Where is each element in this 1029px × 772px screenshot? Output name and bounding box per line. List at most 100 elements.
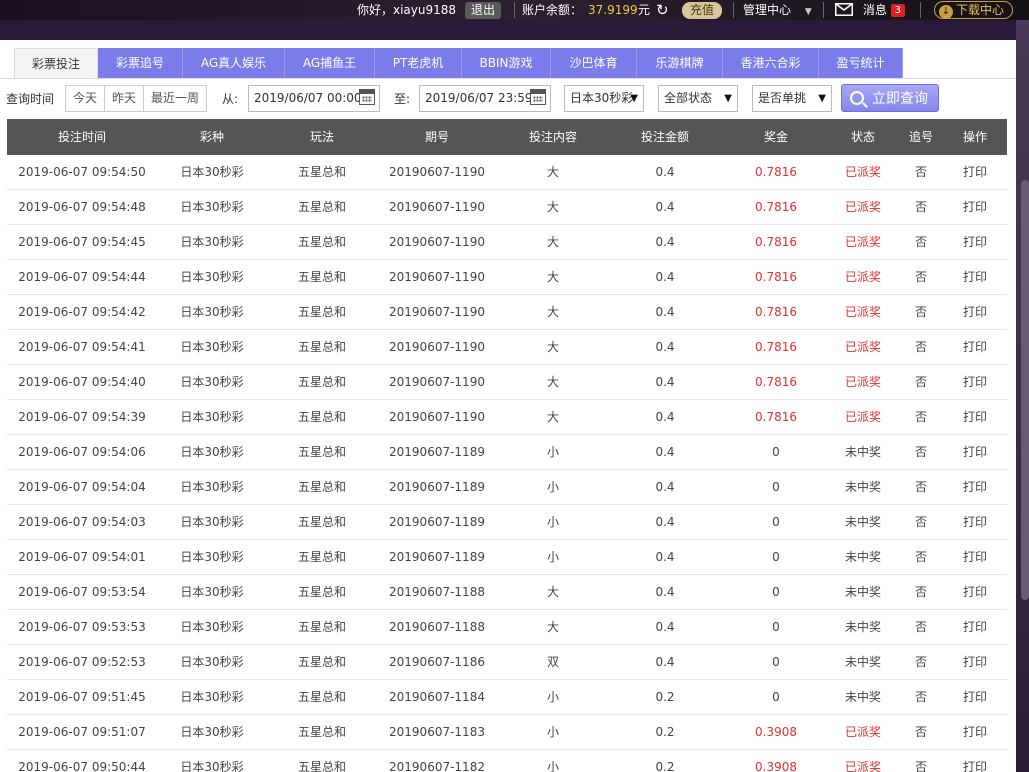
- messages-link[interactable]: 消息 3: [835, 0, 906, 20]
- cell-amount: 0.2: [655, 690, 675, 704]
- cell-time: 2019-06-07 09:54:50: [18, 165, 146, 179]
- cell-amount: 0.4: [655, 270, 675, 284]
- table-row: 2019-06-07 09:54:39 日本30秒彩 五星总和 20190607-11…: [7, 400, 1007, 435]
- today-button[interactable]: 今天: [66, 86, 106, 111]
- cell-issue: 20190607-1190: [389, 200, 485, 214]
- cell-prize: 0.7816: [755, 165, 797, 179]
- cell-status: 未中奖: [844, 655, 881, 669]
- cell-status: 未中奖: [844, 515, 881, 529]
- tab-divider: [0, 78, 1016, 79]
- calendar-icon[interactable]: [359, 89, 375, 105]
- print-link[interactable]: 打印: [947, 295, 1003, 330]
- cell-play: 五星总和: [297, 165, 346, 179]
- print-link[interactable]: 打印: [947, 260, 1003, 295]
- cell-chase: 否: [914, 690, 927, 704]
- download-center-button[interactable]: ↓ 下载中心: [934, 1, 1014, 19]
- from-label: 从:: [222, 92, 239, 106]
- cell-amount: 0.4: [655, 445, 675, 459]
- cell-amount: 0.4: [655, 655, 675, 669]
- cell-issue: 20190607-1182: [389, 760, 485, 772]
- tab-lottery-bets[interactable]: 彩票投注: [14, 48, 98, 79]
- cell-status: 未中奖: [844, 445, 881, 459]
- scrollbar-thumb[interactable]: [1021, 180, 1029, 600]
- print-link[interactable]: 打印: [947, 575, 1003, 610]
- cell-issue: 20190607-1188: [389, 620, 485, 634]
- print-link[interactable]: 打印: [947, 540, 1003, 575]
- cell-chase: 否: [914, 550, 927, 564]
- cell-time: 2019-06-07 09:53:54: [18, 585, 146, 599]
- cell-time: 2019-06-07 09:54:41: [18, 340, 146, 354]
- cell-lottery: 日本30秒彩: [180, 165, 244, 179]
- cell-issue: 20190607-1183: [389, 725, 485, 739]
- print-link[interactable]: 打印: [947, 190, 1003, 225]
- print-link[interactable]: 打印: [947, 750, 1003, 772]
- balance-label: 账户余额：: [522, 3, 583, 17]
- refresh-icon[interactable]: ↻: [656, 0, 669, 20]
- cell-play: 五星总和: [297, 270, 346, 284]
- cell-issue: 20190607-1190: [389, 340, 485, 354]
- cell-status: 已派奖: [844, 270, 881, 284]
- cell-content: 大: [546, 305, 559, 319]
- download-label: 下载中心: [956, 3, 1005, 17]
- yesterday-button[interactable]: 昨天: [105, 86, 145, 111]
- cell-status: 已派奖: [844, 200, 881, 214]
- cell-status: 未中奖: [844, 620, 881, 634]
- status-select[interactable]: 全部状态 ▼: [658, 85, 738, 112]
- cell-prize: 0.7816: [755, 410, 797, 424]
- last-week-button[interactable]: 最近一周: [144, 86, 206, 111]
- cell-status: 已派奖: [844, 305, 881, 319]
- print-link[interactable]: 打印: [947, 225, 1003, 260]
- tab-profit-stats[interactable]: 盈亏统计: [819, 48, 903, 79]
- print-link[interactable]: 打印: [947, 365, 1003, 400]
- admin-center-menu[interactable]: 管理中心 ▼: [743, 0, 812, 20]
- print-link[interactable]: 打印: [947, 400, 1003, 435]
- print-link[interactable]: 打印: [947, 715, 1003, 750]
- recharge-button[interactable]: 充值: [682, 2, 723, 19]
- cell-lottery: 日本30秒彩: [180, 235, 244, 249]
- tab-lottery-chase[interactable]: 彩票追号: [98, 48, 183, 79]
- tab-bbin-games[interactable]: BBIN游戏: [462, 48, 551, 79]
- tab-ag-fishing[interactable]: AG捕鱼王: [285, 48, 375, 79]
- table-row: 2019-06-07 09:54:45 日本30秒彩 五星总和 20190607-11…: [7, 225, 1007, 260]
- print-link[interactable]: 打印: [947, 155, 1003, 190]
- tab-pt-slots[interactable]: PT老虎机: [375, 48, 462, 79]
- print-link[interactable]: 打印: [947, 645, 1003, 680]
- logout-button[interactable]: 退出: [465, 2, 502, 19]
- cell-time: 2019-06-07 09:51:45: [18, 690, 146, 704]
- single-select[interactable]: 是否单挑 ▼: [752, 85, 832, 112]
- header-time[interactable]: 投注时间: [7, 119, 157, 155]
- cell-content: 大: [546, 585, 559, 599]
- tab-ag-live[interactable]: AG真人娱乐: [183, 48, 285, 79]
- print-link[interactable]: 打印: [947, 435, 1003, 470]
- table-row: 2019-06-07 09:54:04 日本30秒彩 五星总和 20190607-11…: [7, 470, 1007, 505]
- query-button[interactable]: 立即查询: [841, 84, 939, 112]
- tab-saba-sports[interactable]: 沙巴体育: [551, 48, 637, 79]
- header-op: 操作: [962, 130, 987, 144]
- lottery-select[interactable]: 日本30秒彩 ▼: [564, 85, 644, 112]
- cell-prize: 0: [772, 655, 780, 669]
- calendar-icon[interactable]: [530, 89, 546, 105]
- messages-badge: 3: [890, 4, 906, 17]
- print-link[interactable]: 打印: [947, 680, 1003, 715]
- print-link[interactable]: 打印: [947, 330, 1003, 365]
- print-link[interactable]: 打印: [947, 470, 1003, 505]
- cell-status: 已派奖: [844, 410, 881, 424]
- cell-chase: 否: [914, 235, 927, 249]
- tab-hk-mark-six[interactable]: 香港六合彩: [723, 48, 819, 79]
- cell-status: 未中奖: [844, 690, 881, 704]
- cell-prize: 0: [772, 620, 780, 634]
- cell-time: 2019-06-07 09:50:44: [18, 760, 146, 772]
- cell-prize: 0.7816: [755, 305, 797, 319]
- cell-time: 2019-06-07 09:54:48: [18, 200, 146, 214]
- print-link[interactable]: 打印: [947, 505, 1003, 540]
- quick-range-group: 今天 昨天 最近一周: [65, 85, 208, 112]
- print-link[interactable]: 打印: [947, 610, 1003, 645]
- cell-issue: 20190607-1184: [389, 690, 485, 704]
- table-row: 2019-06-07 09:52:53 日本30秒彩 五星总和 20190607-11…: [7, 645, 1007, 680]
- cell-lottery: 日本30秒彩: [180, 760, 244, 772]
- cell-chase: 否: [914, 270, 927, 284]
- cell-issue: 20190607-1190: [389, 410, 485, 424]
- download-wrap: ↓ 下载中心: [934, 0, 1014, 20]
- cell-amount: 0.4: [655, 235, 675, 249]
- tab-leyou-cards[interactable]: 乐游棋牌: [637, 48, 723, 79]
